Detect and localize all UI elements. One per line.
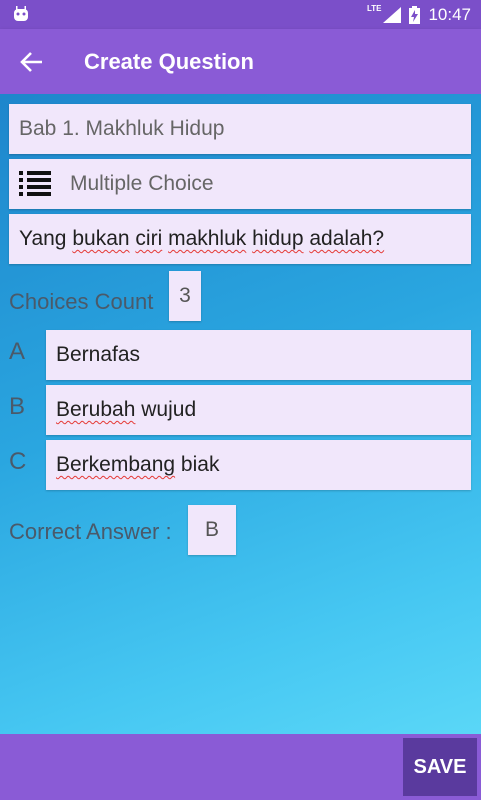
app-bar: Create Question <box>0 29 481 94</box>
question-type-spinner[interactable]: Multiple Choice <box>9 159 471 209</box>
battery-charging-icon <box>409 5 421 24</box>
choice-a-input[interactable]: Bernafas <box>46 330 471 380</box>
choice-b-input[interactable]: Berubah wujud <box>46 385 471 435</box>
question-form: Bab 1. Makhluk Hidup Multiple Choice Yan… <box>0 94 481 734</box>
android-notification-icon <box>14 6 28 21</box>
signal-icon <box>383 6 402 23</box>
question-input[interactable]: Yang bukan ciri makhluk hidup adalah? <box>9 214 471 264</box>
bottom-bar: SAVE <box>0 734 481 800</box>
choice-b-letter: B <box>9 393 26 420</box>
question-type-value: Multiple Choice <box>70 172 214 195</box>
choice-c-input[interactable]: Berkembang biak <box>46 440 471 490</box>
correct-answer-label: Correct Answer : <box>9 519 172 544</box>
page-title: Create Question <box>84 49 254 74</box>
choices-count-input[interactable]: 3 <box>169 271 201 321</box>
chapter-value: Bab 1. Makhluk Hidup <box>19 117 225 140</box>
choice-a-letter: A <box>9 338 26 365</box>
choice-c-letter: C <box>9 448 27 475</box>
save-button[interactable]: SAVE <box>403 738 477 796</box>
network-type: LTE <box>366 4 382 13</box>
list-icon <box>19 171 51 196</box>
chapter-field[interactable]: Bab 1. Makhluk Hidup <box>9 104 471 154</box>
question-text: Yang bukan ciri makhluk hidup adalah? <box>19 227 385 250</box>
status-bar: LTE 10:47 <box>0 0 481 29</box>
choices-count-label: Choices Count <box>9 289 154 314</box>
clock: 10:47 <box>428 4 471 24</box>
back-arrow-icon[interactable] <box>16 47 48 77</box>
correct-answer-input[interactable]: B <box>188 505 236 555</box>
